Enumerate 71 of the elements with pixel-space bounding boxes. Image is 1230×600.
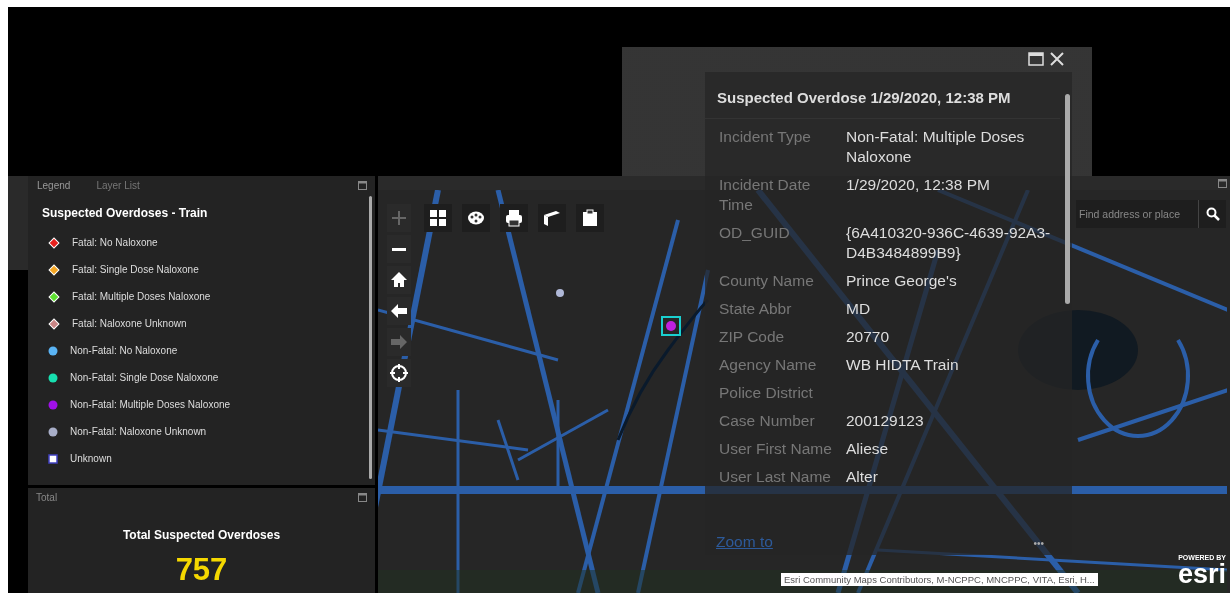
tool-button[interactable] bbox=[462, 204, 490, 232]
search-icon bbox=[1205, 207, 1220, 221]
field-label: County Name bbox=[719, 271, 815, 291]
scrollbar[interactable] bbox=[1065, 94, 1070, 304]
home-icon bbox=[389, 270, 409, 290]
maximize-button[interactable] bbox=[1028, 52, 1044, 66]
panel-title: Total bbox=[36, 491, 58, 503]
field-value: 200129123 bbox=[846, 411, 925, 431]
print-icon bbox=[504, 208, 524, 228]
grid-icon bbox=[428, 208, 448, 228]
field-label: Agency Name bbox=[719, 355, 818, 375]
tool-button[interactable] bbox=[424, 204, 452, 232]
incident-marker[interactable] bbox=[556, 289, 564, 297]
field-label: Incident Type bbox=[719, 127, 812, 147]
field-label: User Last Name bbox=[719, 467, 832, 487]
legend-label: Non-Fatal: Single Dose Naloxone bbox=[70, 372, 219, 383]
minus-icon bbox=[392, 247, 406, 251]
map-control-button[interactable] bbox=[387, 266, 411, 294]
field-value: {6A410320-936C-4639-92A3-D4B3484899B9} bbox=[846, 223, 1052, 263]
tool-button[interactable] bbox=[538, 204, 566, 232]
maximize-icon bbox=[1028, 52, 1044, 66]
maximize-icon[interactable] bbox=[358, 180, 367, 190]
map-control-button[interactable] bbox=[387, 297, 411, 325]
search-field[interactable]: Find address or place bbox=[1076, 200, 1198, 228]
scrollbar[interactable] bbox=[369, 196, 372, 479]
field-value: MD bbox=[846, 299, 872, 319]
search-button[interactable] bbox=[1198, 200, 1226, 228]
legend-label: Fatal: Naloxone Unknown bbox=[72, 318, 187, 329]
field-label: User First Name bbox=[719, 439, 833, 459]
map-control-button[interactable] bbox=[387, 235, 411, 263]
total-count: 757 bbox=[175, 552, 228, 588]
panel-tab[interactable]: Layer List bbox=[96, 179, 140, 191]
legend-label: Unknown bbox=[70, 453, 112, 464]
field-value: Non-Fatal: Multiple Doses Naloxone bbox=[846, 127, 1026, 167]
legend-label: Fatal: No Naloxone bbox=[72, 237, 158, 248]
maximize-icon[interactable] bbox=[1218, 178, 1227, 188]
tool-button[interactable] bbox=[576, 204, 604, 232]
panel-tab[interactable]: Legend bbox=[37, 179, 71, 191]
close-button[interactable] bbox=[1050, 52, 1064, 66]
legend-label: Fatal: Single Dose Naloxone bbox=[72, 264, 199, 275]
field-label: Incident Date Time bbox=[719, 175, 812, 215]
field-value: WB HIDTA Train bbox=[846, 355, 960, 375]
incident-marker[interactable] bbox=[666, 321, 676, 331]
total-heading: Total Suspected Overdoses bbox=[122, 528, 281, 542]
field-label: State Abbr bbox=[719, 299, 793, 319]
crosshair-icon bbox=[389, 363, 409, 383]
field-value: 20770 bbox=[846, 327, 891, 347]
field-value: Prince George's bbox=[846, 271, 958, 291]
more-menu[interactable]: ••• bbox=[1033, 538, 1044, 549]
field-value: 1/29/2020, 12:38 PM bbox=[846, 175, 991, 195]
maximize-icon[interactable] bbox=[358, 492, 367, 502]
close-icon bbox=[1050, 52, 1064, 66]
tool-button[interactable] bbox=[500, 204, 528, 232]
popup-title: Suspected Overdose 1/29/2020, 12:38 PM bbox=[705, 72, 1060, 119]
legend-label: Non-Fatal: Naloxone Unknown bbox=[70, 426, 207, 437]
legend-label: Non-Fatal: No Naloxone bbox=[70, 345, 178, 356]
field-label: Case Number bbox=[719, 411, 816, 431]
ruler-icon bbox=[542, 208, 562, 228]
field-value: Alter bbox=[846, 467, 879, 487]
layer-title: Suspected Overdoses - Train bbox=[42, 206, 209, 220]
legend-label: Fatal: Multiple Doses Naloxone bbox=[72, 291, 211, 302]
legend-label: Non-Fatal: Multiple Doses Naloxone bbox=[70, 399, 231, 410]
clipboard-icon bbox=[580, 208, 600, 228]
field-label: ZIP Code bbox=[719, 327, 786, 347]
map-control-button[interactable] bbox=[387, 359, 411, 387]
attribution-text: Esri Community Maps Contributors, M-NCPPC, MNCPPC, VITA, Esri, H... bbox=[781, 573, 1098, 586]
field-value: Aliese bbox=[846, 439, 890, 459]
right-arrow-icon bbox=[389, 332, 409, 352]
field-label: Police District bbox=[719, 383, 814, 403]
plus-icon bbox=[389, 208, 409, 228]
field-label: OD_GUID bbox=[719, 223, 791, 243]
